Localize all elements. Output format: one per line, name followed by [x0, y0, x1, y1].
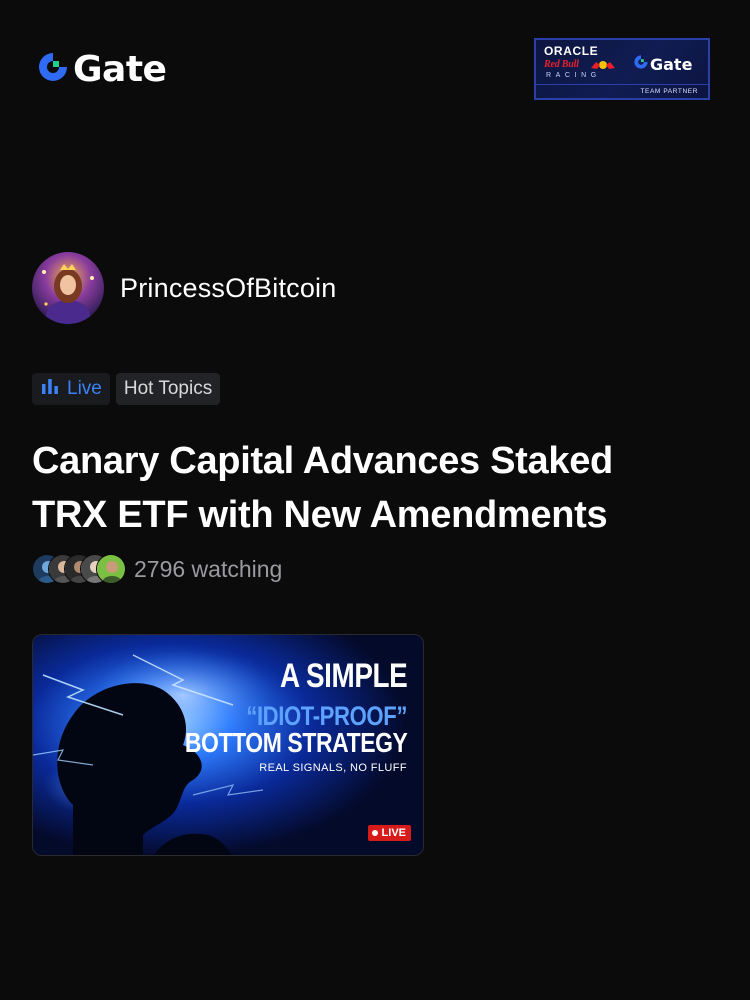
avatar[interactable] — [32, 252, 104, 324]
hot-topics-tag[interactable]: Hot Topics — [115, 373, 221, 405]
gate-logo-text: Gate — [73, 48, 167, 90]
tag-row: Live Hot Topics — [32, 373, 221, 405]
live-dot-icon — [371, 830, 378, 836]
watching-count: 2796 watching — [134, 555, 283, 582]
post-title-line-1: Canary Capital Advances Staked — [32, 440, 613, 482]
watcher-avatars — [32, 554, 126, 584]
racing-wordmark: RACING — [546, 72, 601, 79]
thumbnail-headline-1: A SIMPLE — [279, 657, 408, 695]
badge-gate-logo: Gate — [633, 54, 692, 75]
bar-chart-icon — [41, 377, 59, 401]
author-name[interactable]: PrincessOfBitcoin — [120, 273, 336, 304]
watching-row: 2796 watching — [32, 554, 282, 584]
watcher-avatar — [96, 554, 126, 584]
hot-topics-label: Hot Topics — [123, 378, 213, 399]
team-partner-label: TEAM PARTNER — [536, 84, 708, 98]
live-badge-label: LIVE — [381, 827, 406, 839]
oracle-wordmark: ORACLE — [544, 44, 599, 58]
gate-logo-icon — [36, 50, 70, 89]
partner-badge: ORACLE Red Bull RACING Gate TEAM PARTNER — [534, 38, 710, 100]
gate-logo[interactable]: Gate — [36, 48, 167, 90]
live-tag[interactable]: Live — [32, 373, 110, 405]
post-title[interactable]: Canary Capital Advances Staked TRX ETF w… — [32, 434, 712, 542]
thumbnail-subline: REAL SIGNALS, NO FLUFF — [259, 762, 407, 774]
live-badge: LIVE — [367, 825, 411, 841]
live-stream-thumbnail[interactable]: A SIMPLE “IDIOT-PROOF” BOTTOM STRATEGY R… — [32, 634, 424, 856]
badge-gate-text: Gate — [650, 55, 693, 74]
gate-logo-icon — [633, 54, 649, 75]
thumbnail-headline-3: BOTTOM STRATEGY — [184, 727, 407, 758]
red-bull-wordmark: Red Bull — [544, 59, 579, 70]
author-row[interactable]: PrincessOfBitcoin — [32, 252, 336, 324]
post-title-line-2: TRX ETF with New Amendments — [32, 494, 608, 536]
live-tag-label: Live — [67, 378, 102, 399]
